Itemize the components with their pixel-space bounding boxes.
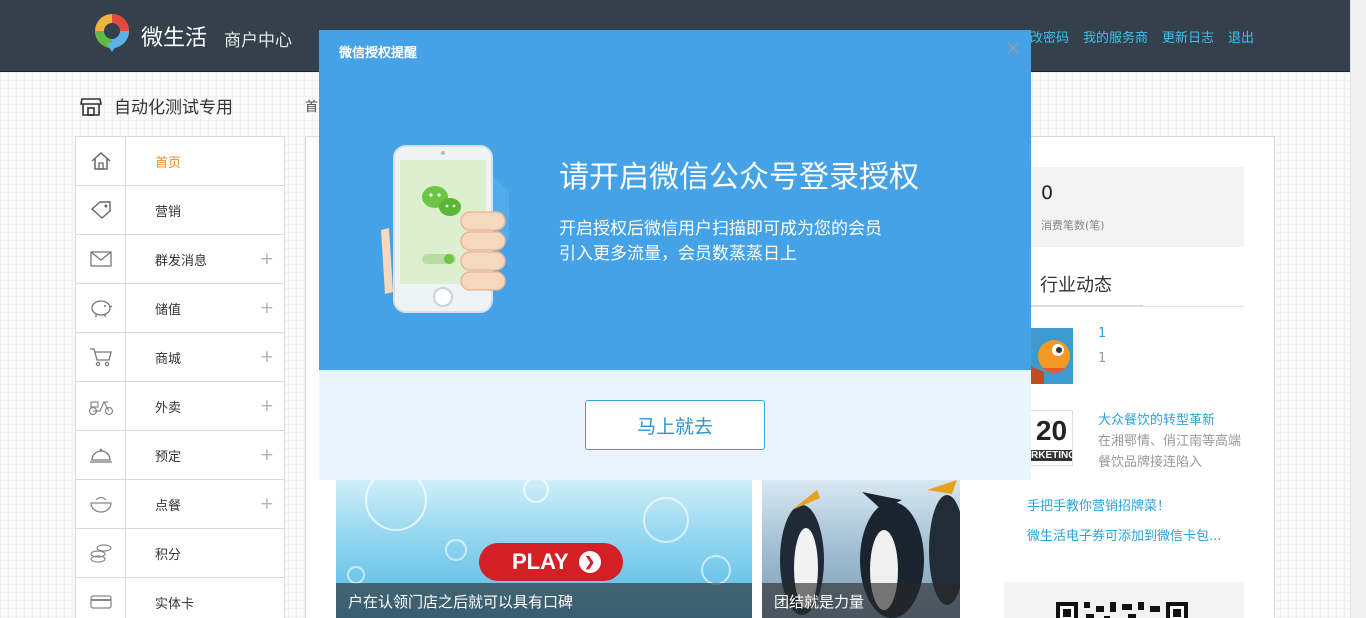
stat-label: 消费笔数(笔) — [1041, 219, 1105, 232]
stat-value: 0 — [1041, 182, 1054, 204]
promo-banner-penguins[interactable]: 团结就是力量 — [762, 480, 960, 618]
play-label: PLAY — [512, 549, 569, 574]
expand-icon[interactable]: + — [260, 249, 274, 269]
cartoon-thumbnail[interactable] — [1030, 328, 1073, 384]
modal-headline: 请开启微信公众号登录授权 — [559, 160, 919, 195]
store-title: 自动化测试专用 — [114, 98, 233, 118]
modal-description-line2: 引入更多流量，会员数蒸蒸日上 — [559, 244, 797, 264]
consumption-stat-card: 0 消费笔数(笔) — [1030, 167, 1244, 247]
sidebar-item-home[interactable]: 首页 — [76, 137, 284, 186]
coins-icon — [76, 529, 126, 577]
tag-icon — [76, 186, 126, 234]
top-nav-links: 改密码 我的服务商 更新日志 退出 — [1030, 27, 1254, 46]
industry-news-heading: 行业动态 — [1040, 275, 1112, 296]
news-item-summary: 在湘鄂情、俏江南等高端餐饮品牌接连陷入 — [1098, 434, 1242, 470]
sidebar-item-label: 点餐 — [155, 498, 182, 514]
modal-title: 微信授权提醒 — [339, 46, 418, 61]
sidebar-item-label: 外卖 — [155, 400, 182, 416]
card-icon — [76, 578, 126, 618]
expand-icon[interactable]: + — [260, 494, 274, 514]
change-password-link[interactable]: 改密码 — [1030, 27, 1069, 46]
cart-icon — [76, 333, 126, 381]
sidebar-item-mass-message[interactable]: 群发消息 + — [76, 235, 284, 284]
news-item-summary: 1 — [1098, 351, 1107, 366]
brand-name: 微生活 — [141, 26, 208, 51]
news-link[interactable]: 微生活电子券可添加到微信卡包... — [1027, 525, 1221, 544]
close-icon[interactable]: × — [1004, 38, 1022, 60]
banner-caption: 户在认领门店之后就可以具有口碑 — [336, 583, 752, 618]
store-title-row: 自动化测试专用 — [80, 93, 233, 118]
envelope-icon — [76, 235, 126, 283]
qr-code-box — [1004, 582, 1244, 618]
thumbnail-caption: RKETING — [1031, 450, 1073, 461]
expand-icon[interactable]: + — [260, 347, 274, 367]
store-icon — [80, 97, 102, 116]
wechat-auth-modal: 微信授权提醒 × 请开启微信公众号登录授权 开启授权后微信用户扫描即可成为您的会… — [319, 30, 1031, 480]
expand-icon[interactable]: + — [260, 445, 274, 465]
modal-description-line1: 开启授权后微信用户扫描即可成为您的会员 — [559, 219, 882, 239]
news-divider-accent — [1030, 305, 1143, 307]
sidebar-item-reservation[interactable]: 预定 + — [76, 431, 284, 480]
sidebar-item-points[interactable]: 积分 — [76, 529, 284, 578]
qr-code-image — [1056, 602, 1188, 618]
go-now-button[interactable]: 马上就去 — [585, 400, 765, 450]
sidebar-item-ordering[interactable]: 点餐 + — [76, 480, 284, 529]
banner-caption: 团结就是力量 — [762, 583, 960, 618]
piggy-bank-icon — [76, 284, 126, 332]
promo-banner-play[interactable]: PLAY ❯ 户在认领门店之后就可以具有口碑 — [336, 480, 752, 618]
sidebar-nav: 首页 营销 群发消息 + 储值 + 商城 + 外卖 + 预定 + 点餐 + 积分… — [75, 136, 285, 618]
sidebar-item-mall[interactable]: 商城 + — [76, 333, 284, 382]
sidebar-item-marketing[interactable]: 营销 — [76, 186, 284, 235]
scooter-icon — [76, 382, 126, 430]
sidebar-item-label: 首页 — [155, 155, 182, 171]
sidebar-item-label: 群发消息 — [155, 253, 208, 269]
sidebar-item-label: 积分 — [155, 547, 182, 563]
news-link[interactable]: 手把手教你营销招牌菜！ — [1027, 495, 1170, 514]
sidebar-item-label: 预定 — [155, 449, 182, 465]
logout-link[interactable]: 退出 — [1228, 27, 1254, 46]
news-item-title[interactable]: 1 — [1098, 326, 1106, 341]
page-scrollbar[interactable] — [1350, 0, 1366, 618]
o2o-marketing-thumbnail[interactable]: 20 RKETING — [1030, 410, 1073, 466]
sidebar-item-stored-value[interactable]: 储值 + — [76, 284, 284, 333]
bowl-icon — [76, 480, 126, 528]
thumbnail-number: 20 — [1035, 415, 1068, 446]
news-item-title[interactable]: 大众餐饮的转型革新 — [1098, 409, 1215, 428]
arrow-right-icon: ❯ — [578, 551, 601, 573]
sidebar-item-physical-card[interactable]: 实体卡 — [76, 578, 284, 618]
cloche-icon — [76, 431, 126, 479]
play-button[interactable]: PLAY ❯ — [479, 543, 623, 581]
sidebar-item-label: 储值 — [155, 302, 182, 318]
breadcrumb[interactable]: 首 — [305, 96, 318, 115]
home-icon — [76, 137, 126, 185]
sidebar-item-label: 营销 — [155, 204, 182, 220]
update-log-link[interactable]: 更新日志 — [1162, 27, 1214, 46]
brand-subtitle: 商户中心 — [224, 31, 292, 51]
weishenghuo-logo — [95, 14, 129, 52]
my-service-provider-link[interactable]: 我的服务商 — [1083, 27, 1148, 46]
phone-illustration — [381, 145, 509, 313]
expand-icon[interactable]: + — [260, 396, 274, 416]
sidebar-item-takeout[interactable]: 外卖 + — [76, 382, 284, 431]
sidebar-item-label: 商城 — [155, 351, 182, 367]
sidebar-item-label: 实体卡 — [155, 596, 195, 612]
expand-icon[interactable]: + — [260, 298, 274, 318]
